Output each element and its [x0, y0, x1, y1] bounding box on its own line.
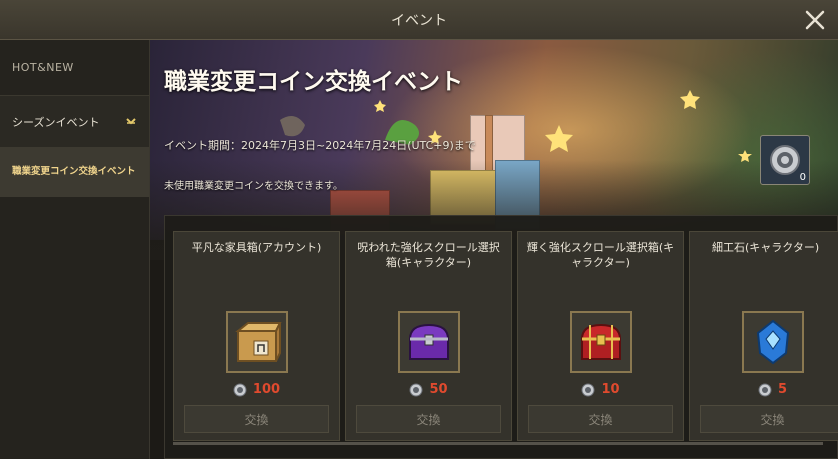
coin-icon: [581, 383, 595, 396]
coin-count: 0: [799, 172, 806, 183]
exchange-card: 平凡な家具箱(アカウント) 100 交換: [173, 231, 340, 441]
item-price: 5: [690, 382, 838, 397]
coin-icon: [770, 145, 800, 175]
coin-icon: [409, 383, 423, 396]
event-period: イベント期間：2024年7月3日~2024年7月24日(UTC+9)まで: [164, 139, 476, 152]
exchange-card: 細工石(キャラクター) 5 交換: [689, 231, 838, 441]
item-price-value: 10: [601, 382, 620, 397]
item-name: 細工石(キャラクター): [712, 241, 820, 254]
item-price-value: 100: [252, 382, 281, 397]
wooden-crate-icon: [235, 322, 282, 362]
exchange-button[interactable]: 交換: [184, 405, 329, 433]
close-icon: [805, 10, 825, 30]
item-price-value: 5: [777, 382, 788, 397]
item-icon-frame: [398, 311, 460, 373]
blue-crystal-icon: [756, 319, 790, 365]
event-title: 職業変更コイン交換イベント: [164, 69, 463, 95]
item-icon-frame: [226, 311, 288, 373]
purple-chest-icon: [408, 323, 450, 360]
close-button[interactable]: [800, 5, 830, 35]
sidebar-header: HOT&NEW: [12, 61, 74, 74]
sidebar-item-coin-exchange[interactable]: 職業変更コイン交換イベント: [0, 147, 149, 197]
title-bar: イベント: [0, 0, 838, 40]
exchange-button[interactable]: 交換: [356, 405, 501, 433]
coin-icon: [233, 383, 247, 396]
window-title: イベント: [391, 12, 447, 29]
main-panel: 職業変更コイン交換イベント イベント期間：2024年7月3日~2024年7月24…: [150, 40, 838, 459]
event-description: 未使用職業変更コインを交換できます。: [164, 181, 343, 192]
exchange-card: 輝く強化スクロール選択箱(キャラクター) 10 交換: [517, 231, 684, 441]
exchange-list: 平凡な家具箱(アカウント) 100 交換 呪われた強化スクロール選択箱(キャラク…: [164, 215, 838, 459]
coin-balance[interactable]: 0: [760, 135, 810, 185]
sidebar: HOT&NEW シーズンイベント 職業変更コイン交換イベント: [0, 40, 150, 459]
item-price: 50: [346, 382, 511, 397]
sidebar-item-label: シーズンイベント: [12, 115, 100, 129]
item-icon-frame: [742, 311, 804, 373]
item-price: 100: [174, 382, 339, 397]
item-name: 輝く強化スクロール選択箱(キャラクター): [526, 241, 675, 269]
chevron-down-icon: [126, 117, 136, 124]
item-name: 平凡な家具箱(アカウント): [191, 241, 322, 254]
sidebar-item-season-event[interactable]: シーズンイベント: [0, 95, 149, 147]
item-price-value: 50: [429, 382, 448, 397]
horizontal-scrollbar[interactable]: [173, 442, 823, 445]
item-price: 10: [518, 382, 683, 397]
exchange-button[interactable]: 交換: [700, 405, 838, 433]
red-chest-icon: [580, 323, 622, 360]
coin-icon: [758, 383, 772, 396]
exchange-button[interactable]: 交換: [528, 405, 673, 433]
item-name: 呪われた強化スクロール選択箱(キャラクター): [357, 241, 500, 269]
exchange-card: 呪われた強化スクロール選択箱(キャラクター) 50 交換: [345, 231, 512, 441]
item-icon-frame: [570, 311, 632, 373]
